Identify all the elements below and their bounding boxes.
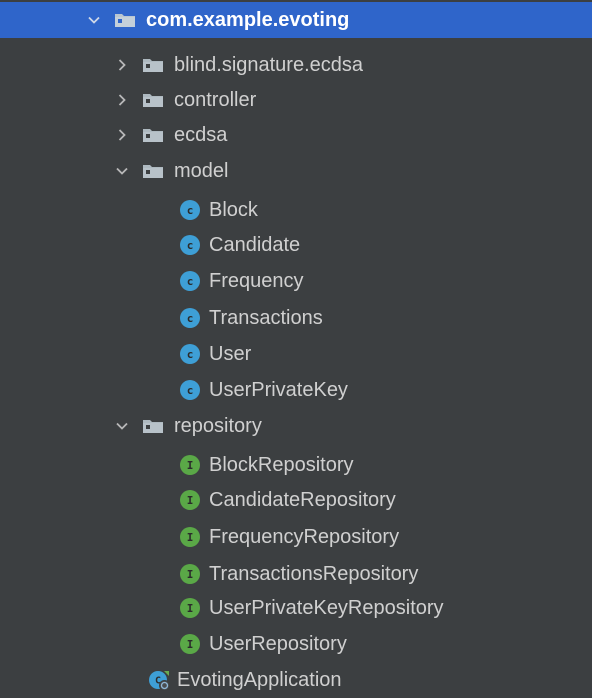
tree-row-label: TransactionsRepository: [209, 563, 419, 585]
tree-row-label: model: [174, 160, 229, 182]
chevron-down-icon[interactable]: [112, 161, 132, 181]
tree-row-package-controller[interactable]: controller: [0, 82, 592, 118]
tree-row-label: UserPrivateKey: [209, 379, 348, 401]
folder-package-icon: [143, 129, 163, 142]
tree-row-package-ecdsa[interactable]: ecdsa: [0, 117, 592, 153]
class-icon: c: [180, 235, 200, 255]
tree-row-label: User: [209, 343, 252, 365]
tree-row-package-repository[interactable]: repository: [0, 408, 592, 444]
chevron-right-icon[interactable]: [112, 90, 132, 110]
tree-row-interface-userrepository[interactable]: I UserRepository: [0, 626, 592, 662]
class-icon: c: [180, 380, 200, 400]
folder-package-icon: [143, 420, 163, 433]
interface-icon: I: [180, 634, 200, 654]
chevron-right-icon[interactable]: [112, 55, 132, 75]
tree-row-label: com.example.evoting: [146, 9, 350, 31]
tree-row-class-block[interactable]: c Block: [0, 192, 592, 228]
tree-row-class-candidate[interactable]: c Candidate: [0, 227, 592, 263]
tree-row-class-transactions[interactable]: c Transactions: [0, 300, 592, 336]
tree-row-class-frequency[interactable]: c Frequency: [0, 263, 592, 299]
tree-row-label: repository: [174, 415, 262, 437]
interface-icon: I: [180, 455, 200, 475]
chevron-right-icon[interactable]: [112, 125, 132, 145]
tree-row-label: BlockRepository: [209, 454, 354, 476]
folder-package-icon: [143, 59, 163, 72]
tree-row-root-package[interactable]: com.example.evoting: [0, 2, 592, 38]
tree-row-package-model[interactable]: model: [0, 153, 592, 189]
tree-row-class-user[interactable]: c User: [0, 336, 592, 372]
interface-icon: I: [180, 564, 200, 584]
tree-row-interface-blockrepository[interactable]: I BlockRepository: [0, 447, 592, 483]
tree-row-interface-candidaterepository[interactable]: I CandidateRepository: [0, 482, 592, 518]
tree-row-label: controller: [174, 89, 257, 111]
tree-row-interface-userprivatekeyrepository[interactable]: I UserPrivateKeyRepository: [0, 590, 592, 626]
tree-row-package-blind-signature-ecdsa[interactable]: blind.signature.ecdsa: [0, 47, 592, 83]
tree-row-label: ecdsa: [174, 124, 228, 146]
spring-boot-application-icon: C: [149, 671, 170, 691]
interface-icon: I: [180, 490, 200, 510]
tree-row-class-userprivatekey[interactable]: c UserPrivateKey: [0, 372, 592, 408]
folder-package-icon: [115, 14, 135, 27]
tree-row-label: CandidateRepository: [209, 489, 396, 511]
tree-row-label: EvotingApplication: [177, 669, 342, 691]
class-icon: c: [180, 308, 200, 328]
tree-row-label: blind.signature.ecdsa: [174, 54, 364, 76]
chevron-down-icon[interactable]: [112, 416, 132, 436]
tree-row-interface-frequencyrepository[interactable]: I FrequencyRepository: [0, 519, 592, 555]
tree-row-label: Transactions: [209, 307, 323, 329]
tree-row-label: UserRepository: [209, 633, 347, 655]
class-icon: c: [180, 200, 200, 220]
tree-row-class-evotingapplication[interactable]: C EvotingApplication: [0, 662, 592, 698]
project-tree: com.example.evoting blind.signature.ecds…: [0, 0, 592, 698]
folder-package-icon: [143, 165, 163, 178]
tree-row-label: UserPrivateKeyRepository: [209, 597, 444, 619]
folder-package-icon: [143, 94, 163, 107]
interface-icon: I: [180, 598, 200, 618]
tree-row-label: Frequency: [209, 270, 304, 292]
tree-row-interface-transactionsrepository[interactable]: I TransactionsRepository: [0, 556, 592, 592]
interface-icon: I: [180, 527, 200, 547]
tree-row-label: Block: [209, 199, 258, 221]
tree-row-label: FrequencyRepository: [209, 526, 400, 548]
chevron-down-icon[interactable]: [84, 10, 104, 30]
class-icon: c: [180, 271, 200, 291]
class-icon: c: [180, 344, 200, 364]
tree-row-label: Candidate: [209, 234, 301, 256]
